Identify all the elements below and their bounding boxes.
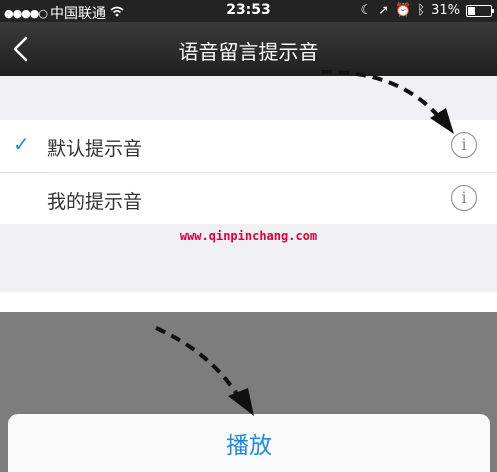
play-button-label: 播放: [226, 433, 272, 459]
list-item-label: 我的提示音: [47, 191, 143, 213]
list-item-label: 默认提示音: [47, 138, 143, 160]
battery-percent: 31%: [431, 3, 460, 18]
battery-icon: [466, 4, 494, 17]
bluetooth-icon: ᛒ: [417, 3, 426, 18]
page-title: 语音留言提示音: [178, 40, 319, 64]
play-button[interactable]: 播放: [8, 414, 490, 472]
status-bar: ●●●●○ 中国联通 23:53 ☾ ➚ ⏰ ᛒ 31%: [0, 0, 497, 22]
info-icon[interactable]: i: [451, 132, 477, 158]
status-right: ☾ ➚ ⏰ ᛒ 31%: [360, 3, 494, 18]
ringtone-list: ✓ 默认提示音 i 我的提示音 i: [0, 120, 497, 225]
info-icon[interactable]: i: [451, 185, 477, 211]
battery-fill: [468, 6, 475, 15]
navigation-bar: 语音留言提示音: [0, 22, 497, 76]
location-arrow-icon: ➚: [378, 3, 390, 18]
watermark-text: www.qinpinchang.com: [179, 229, 318, 243]
section-spacer: [0, 76, 497, 120]
moon-icon: ☾: [360, 3, 373, 18]
list-item-default-tone[interactable]: ✓ 默认提示音 i: [0, 120, 497, 173]
checkmark-icon: ✓: [13, 132, 30, 156]
alarm-icon: ⏰: [395, 3, 412, 18]
list-footer: [0, 292, 497, 312]
list-item-my-tone[interactable]: 我的提示音 i: [0, 173, 497, 225]
